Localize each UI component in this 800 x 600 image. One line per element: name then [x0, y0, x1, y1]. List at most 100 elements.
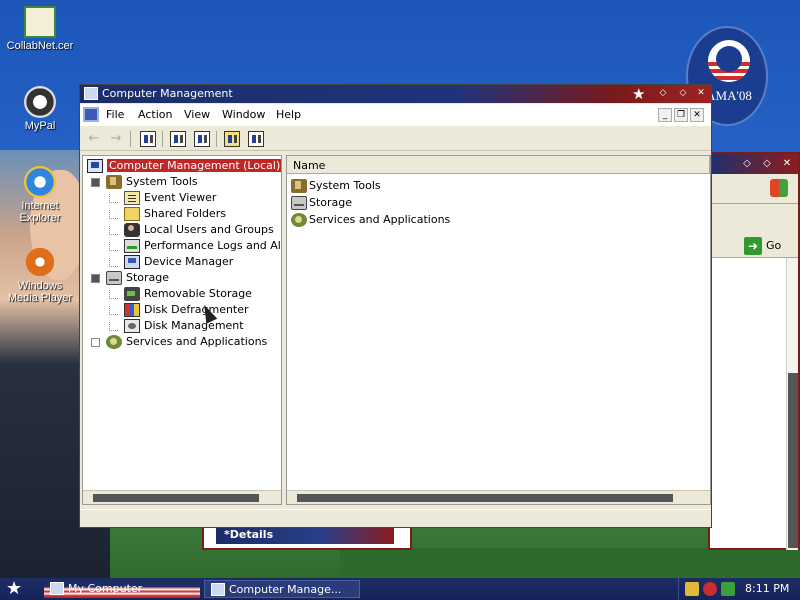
performance-icon [124, 239, 140, 253]
details-pane[interactable]: Name System Tools Storage Services and A… [286, 155, 711, 505]
menu-help[interactable]: Help [276, 108, 301, 121]
column-separator [287, 156, 710, 174]
close-button[interactable]: ✕ [694, 87, 708, 100]
list-header: Name [287, 156, 710, 174]
start-button-star-icon[interactable]: ★ [6, 578, 22, 600]
browser-scrollbar[interactable] [786, 258, 798, 550]
expand-toggle[interactable] [91, 177, 100, 187]
details-title[interactable]: *Details [216, 526, 394, 544]
scrollbar-thumb[interactable] [93, 494, 259, 502]
menu-view[interactable]: View [184, 108, 210, 121]
tree-item-label: Removable Storage [144, 287, 252, 300]
tree-item-system-tools[interactable]: System Tools [91, 174, 198, 190]
system-tools-icon [291, 179, 307, 193]
media-player-icon [24, 246, 56, 278]
help-icon[interactable] [224, 131, 240, 147]
show-hide-tree-icon[interactable] [140, 131, 156, 147]
list-item-storage[interactable]: Storage [291, 195, 352, 211]
close-icon[interactable]: ✕ [780, 157, 794, 170]
desktop-icon-mypal[interactable]: MyPal [2, 86, 78, 132]
defragmenter-icon [124, 303, 140, 317]
tree-item-label: Disk Defragmenter [144, 303, 249, 316]
scrollbar-thumb[interactable] [788, 373, 798, 548]
tree-item-services-applications[interactable]: Services and Applications [91, 334, 267, 350]
tree-horizontal-scrollbar[interactable] [83, 490, 281, 504]
services-icon [291, 213, 307, 227]
my-computer-icon [50, 582, 64, 595]
tree-line [109, 305, 118, 315]
tree-item-event-viewer[interactable]: Event Viewer [109, 190, 216, 206]
wallpaper-hills [340, 548, 800, 578]
console-tree[interactable]: Computer Management (Local) System Tools… [82, 155, 282, 505]
disk-management-icon [124, 319, 140, 333]
scrollbar-thumb[interactable] [297, 494, 673, 502]
storage-icon [291, 196, 307, 210]
forward-icon[interactable]: → [108, 131, 124, 147]
keys-icon[interactable] [685, 582, 699, 596]
details-window[interactable]: *Details [202, 526, 412, 550]
expand-toggle[interactable] [91, 273, 100, 283]
go-button[interactable]: ➜ Go [740, 236, 798, 256]
menu-file[interactable]: File [106, 108, 124, 121]
maximize-icon[interactable]: ◇ [760, 157, 774, 170]
column-name-header[interactable]: Name [293, 159, 325, 172]
tree-item-disk-management[interactable]: Disk Management [109, 318, 244, 334]
desktop-icon-media-player[interactable]: Windows Media Player [2, 246, 78, 304]
list-item-services-applications[interactable]: Services and Applications [291, 212, 450, 228]
system-menu-icon[interactable] [83, 107, 99, 122]
list-item-label: Services and Applications [309, 213, 451, 226]
network-icon[interactable] [721, 582, 735, 596]
system-tools-icon [106, 175, 122, 189]
tree-item-local-users-groups[interactable]: Local Users and Groups [109, 222, 274, 238]
list-item-label: System Tools [309, 179, 381, 192]
tree-item-device-manager[interactable]: Device Manager [109, 254, 233, 270]
tree-item-storage[interactable]: Storage [91, 270, 169, 286]
desktop-icon-label: MyPal [24, 120, 56, 132]
child-close-button[interactable]: ✕ [690, 108, 704, 122]
tree-line [109, 193, 118, 203]
child-restore-button[interactable]: ❐ [674, 108, 688, 122]
logo-emblem [708, 40, 750, 82]
security-shield-icon[interactable] [703, 582, 717, 596]
taskbar-button-computer-management[interactable]: Computer Manage... [204, 580, 360, 598]
computer-management-window[interactable]: Computer Management ★ ◇ ◇ ✕ File Action … [79, 84, 712, 528]
list-item-label: Storage [309, 196, 353, 209]
title-bar[interactable]: Computer Management ★ ◇ ◇ ✕ [80, 85, 711, 103]
toolbar-separator [162, 131, 163, 147]
tree-item-shared-folders[interactable]: Shared Folders [109, 206, 226, 222]
menu-action[interactable]: Action [138, 108, 172, 121]
menu-window[interactable]: Window [222, 108, 265, 121]
minimize-button[interactable]: ◇ [656, 87, 670, 100]
properties-icon[interactable] [170, 131, 186, 147]
back-icon[interactable]: ← [86, 131, 102, 147]
go-label: Go [766, 239, 782, 252]
internet-explorer-icon [24, 166, 56, 198]
desktop-icon-label: Windows Media Player [7, 280, 73, 304]
list-horizontal-scrollbar[interactable] [287, 490, 710, 504]
desktop-icon-internet-explorer[interactable]: Internet Explorer [2, 166, 78, 224]
tree-line [109, 241, 118, 251]
taskbar-button-my-computer[interactable]: My Computer [44, 580, 200, 598]
computer-management-icon [211, 583, 225, 596]
export-list-icon[interactable] [194, 131, 210, 147]
browser-window[interactable]: ◇ ◇ ✕ ➜ Go [708, 152, 800, 550]
desktop-icon-collabnet[interactable]: CollabNet.cer [2, 6, 78, 52]
tree-item-performance-logs[interactable]: Performance Logs and Alerts [109, 238, 281, 254]
expand-toggle[interactable] [91, 337, 100, 347]
tree-item-removable-storage[interactable]: Removable Storage [109, 286, 252, 302]
minimize-icon[interactable]: ◇ [740, 157, 754, 170]
maximize-button[interactable]: ◇ [676, 87, 690, 100]
clock[interactable]: 8:11 PM [745, 582, 789, 595]
tree-item-disk-defragmenter[interactable]: Disk Defragmenter [109, 302, 249, 318]
tree-item-label: Event Viewer [144, 191, 217, 204]
list-item-system-tools[interactable]: System Tools [291, 178, 381, 194]
tree-item-root[interactable]: Computer Management (Local) [87, 158, 281, 174]
tree-item-label: System Tools [126, 175, 198, 188]
show-hide-action-pane-icon[interactable] [248, 131, 264, 147]
browser-title-bar[interactable]: ◇ ◇ ✕ [710, 154, 798, 174]
toolbar-separator [216, 131, 217, 147]
system-tray: 8:11 PM [678, 578, 800, 600]
tree-item-label: Disk Management [144, 319, 244, 332]
device-manager-icon [124, 255, 140, 269]
child-minimize-button[interactable]: _ [658, 108, 672, 122]
